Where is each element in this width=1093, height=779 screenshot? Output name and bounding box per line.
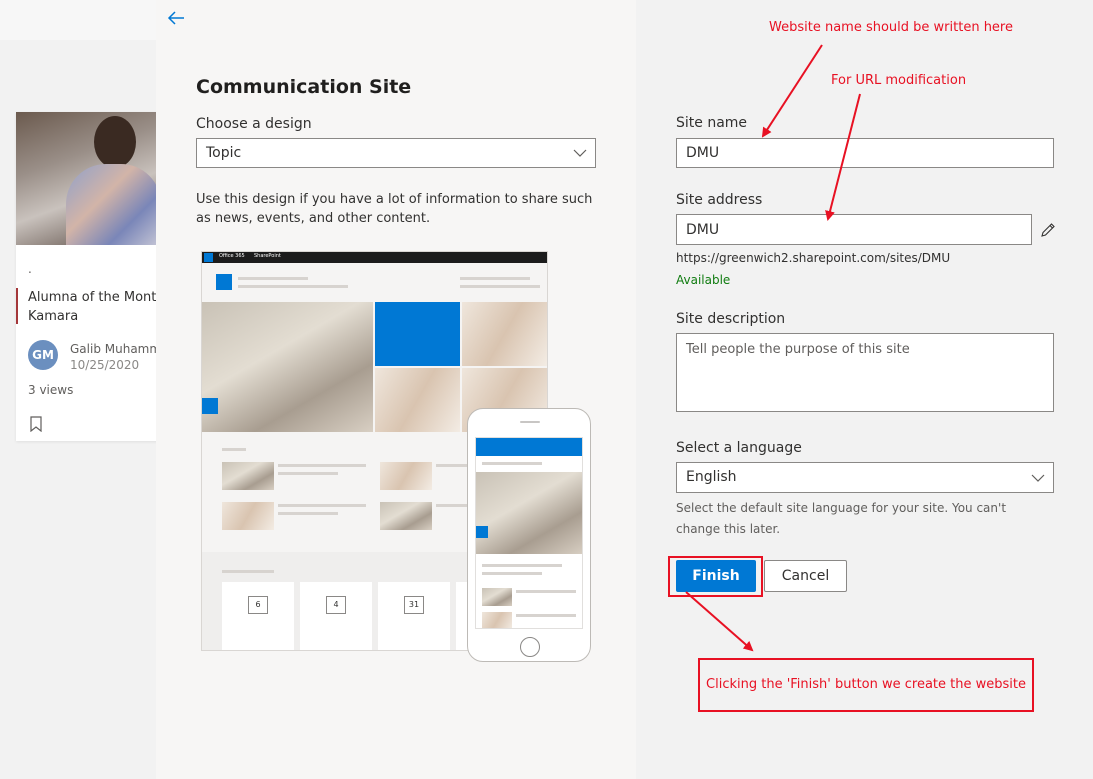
finish-button-highlight	[668, 556, 763, 597]
preview-hero-photo	[202, 302, 373, 432]
phone-preview	[467, 408, 591, 662]
preview-line	[516, 590, 576, 593]
finish-annotation: Clicking the 'Finish' button we create t…	[706, 677, 1026, 692]
page-title: Communication Site	[196, 76, 412, 98]
preview-hero-photo	[375, 368, 460, 432]
preview-suite-bar: Office 365 SharePoint	[202, 252, 547, 263]
back-arrow-icon[interactable]	[166, 8, 186, 28]
preview-line	[460, 285, 540, 288]
phone-speaker	[520, 421, 540, 423]
site-description-input[interactable]	[676, 333, 1054, 412]
site-name-input[interactable]	[676, 138, 1054, 168]
avatar: GM	[28, 340, 58, 370]
preview-event-date: 4	[326, 596, 346, 614]
preview-event-card: 31	[378, 582, 450, 650]
preview-news-photo	[380, 462, 432, 490]
availability-status: Available	[676, 273, 731, 287]
news-card[interactable]: . Alumna of the Mont Kamara GM Galib Muh…	[16, 112, 161, 441]
news-card-views: 3 views	[28, 383, 74, 397]
phone-news-photo	[482, 612, 512, 628]
phone-home-button	[520, 637, 540, 657]
preview-hero-marker	[202, 398, 218, 414]
language-dropdown-value: English	[686, 469, 737, 485]
language-help-text: Select the default site language for you…	[676, 501, 1007, 536]
phone-screen	[475, 437, 583, 629]
news-photo-shirt	[66, 164, 161, 245]
cancel-button[interactable]: Cancel	[764, 560, 847, 592]
preview-line	[482, 462, 542, 465]
site-address-label: Site address	[676, 192, 763, 208]
preview-event-date: 31	[404, 596, 424, 614]
preview-line	[238, 277, 308, 280]
news-card-dot: .	[28, 262, 32, 276]
preview-line	[278, 504, 366, 507]
bookmark-icon[interactable]	[30, 416, 42, 432]
pencil-edit-icon[interactable]	[1040, 222, 1056, 238]
language-label: Select a language	[676, 440, 802, 456]
background-header-strip	[0, 0, 160, 40]
news-card-date: 10/25/2020	[70, 358, 140, 372]
design-label: Choose a design	[196, 116, 312, 132]
preview-line	[238, 285, 348, 288]
news-card-title-line-1: Alumna of the Mont	[28, 290, 157, 305]
preview-line	[278, 512, 338, 515]
phone-hero-photo	[476, 472, 582, 554]
url-annotation: For URL modification	[831, 73, 967, 88]
preview-event-card: 4	[300, 582, 372, 650]
design-dropdown-value: Topic	[206, 145, 242, 161]
preview-hero-photo	[462, 302, 547, 366]
preview-line	[222, 570, 274, 573]
preview-line	[516, 614, 576, 617]
preview-news-photo	[222, 462, 274, 490]
chevron-down-icon	[1031, 474, 1045, 482]
phone-hero-marker	[476, 526, 488, 538]
finish-annotation-box: Clicking the 'Finish' button we create t…	[698, 658, 1034, 712]
preview-suite-name: Office 365	[219, 253, 245, 259]
preview-line	[278, 464, 366, 467]
waffle-icon	[204, 253, 213, 262]
preview-line	[278, 472, 338, 475]
preview-hero-tile	[375, 302, 460, 366]
preview-news-photo	[222, 502, 274, 530]
news-card-title-line-2: Kamara	[28, 309, 79, 324]
design-description: Use this design if you have a lot of inf…	[196, 192, 593, 226]
news-card-photo	[16, 112, 161, 245]
phone-news-photo	[482, 588, 512, 606]
site-name-annotation: Website name should be written here	[769, 20, 1013, 35]
news-card-title[interactable]: Alumna of the Mont Kamara	[16, 288, 161, 324]
language-dropdown[interactable]: English	[676, 462, 1054, 493]
news-photo-person	[94, 116, 136, 168]
site-name-label: Site name	[676, 115, 748, 131]
preview-event-date: 6	[248, 596, 268, 614]
design-dropdown[interactable]: Topic	[196, 138, 596, 168]
site-address-input[interactable]	[676, 214, 1032, 245]
preview-app-name: SharePoint	[254, 253, 281, 259]
preview-line	[482, 572, 542, 575]
news-card-author: Galib Muhamma	[70, 342, 161, 356]
preview-event-card: 6	[222, 582, 294, 650]
phone-header-bar	[476, 438, 582, 456]
preview-line	[222, 448, 246, 451]
preview-line	[460, 277, 530, 280]
site-description-label: Site description	[676, 311, 786, 327]
site-url: https://greenwich2.sharepoint.com/sites/…	[676, 251, 951, 265]
preview-site-logo	[216, 274, 232, 290]
site-creation-panel: Communication Site Choose a design Topic…	[156, 0, 636, 779]
chevron-down-icon	[573, 149, 587, 157]
preview-news-photo	[380, 502, 432, 530]
preview-line	[482, 564, 562, 567]
